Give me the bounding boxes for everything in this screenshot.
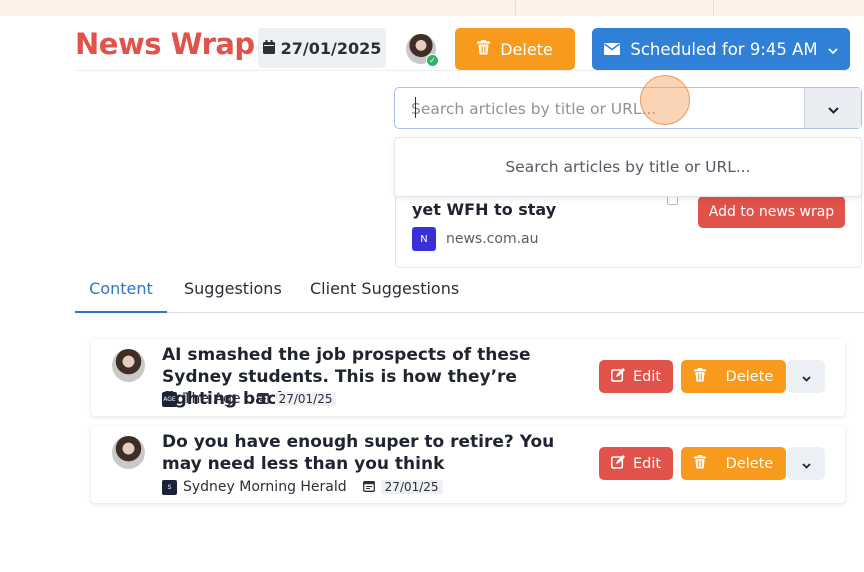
date-value: 27/01/2025 [280, 38, 382, 58]
trash-icon [693, 367, 706, 386]
suggestion-panel: yet WFH to stay Add to news wrap N news.… [395, 190, 862, 268]
tab-content[interactable]: Content [75, 279, 167, 313]
edit-button[interactable]: Edit [599, 447, 673, 480]
delete-button[interactable]: Delete [455, 28, 575, 70]
strip-divider [515, 0, 516, 16]
top-strip [0, 0, 864, 16]
add-to-news-wrap-button[interactable]: Add to news wrap [698, 196, 845, 228]
scheduled-button[interactable]: Scheduled for 9:45 AM [592, 28, 850, 70]
edit-icon [610, 454, 625, 473]
delete-label: Delete [725, 455, 774, 472]
page-title: News Wrap [75, 27, 255, 61]
search-input[interactable] [409, 97, 793, 121]
pointer-indicator [640, 75, 690, 125]
chevron-down-icon [827, 99, 839, 118]
delete-button[interactable]: Delete [681, 360, 786, 393]
suggestion-title: yet WFH to stay [412, 200, 557, 219]
delete-label: Delete [725, 368, 774, 385]
date-picker[interactable]: 27/01/2025 [258, 28, 386, 68]
edit-button[interactable]: Edit [599, 360, 673, 393]
edit-label: Edit [632, 455, 662, 472]
more-options-button[interactable] [787, 360, 825, 393]
search-dropdown: Search articles by title or URL... [394, 137, 862, 197]
calendar-icon [362, 480, 375, 495]
source-logo: N [412, 227, 436, 251]
delete-button[interactable]: Delete [681, 447, 786, 480]
verified-icon: ✓ [426, 54, 439, 67]
tab-suggestions[interactable]: Suggestions [184, 279, 282, 311]
delete-label: Delete [500, 39, 553, 59]
article-meta: S Sydney Morning Herald 27/01/25 [162, 479, 443, 495]
source-logo: AGE [162, 391, 177, 407]
edit-icon [610, 367, 625, 386]
source-name: Sydney Morning Herald [183, 479, 347, 495]
scheduled-label: Scheduled for 9:45 AM [630, 39, 818, 59]
text-caret [415, 97, 416, 118]
article-search[interactable] [394, 87, 862, 129]
chevron-down-icon [828, 40, 838, 59]
envelope-icon [604, 40, 621, 59]
article-date: 27/01/25 [380, 480, 443, 494]
article-card: Do you have enough super to retire? You … [91, 426, 845, 503]
trash-icon [693, 454, 706, 473]
tab-bar: Content Suggestions Client Suggestions [75, 279, 864, 313]
article-title[interactable]: Do you have enough super to retire? You … [162, 431, 582, 475]
calendar-icon [256, 392, 269, 407]
source-name: news.com.au [446, 231, 539, 247]
chevron-down-icon [801, 367, 811, 386]
chevron-down-icon [801, 454, 811, 473]
source-logo: S [162, 479, 177, 495]
dropdown-hint: Search articles by title or URL... [505, 158, 751, 176]
source-name: The Age [183, 391, 241, 407]
calendar-icon [262, 39, 275, 58]
trash-icon [477, 39, 491, 59]
edit-label: Edit [632, 368, 662, 385]
strip-divider [713, 0, 714, 16]
article-date: 27/01/25 [274, 392, 337, 406]
author-avatar [112, 349, 145, 382]
search-toggle-button[interactable] [804, 88, 861, 128]
article-card: AI smashed the job prospects of these Sy… [91, 339, 845, 416]
article-meta: AGE The Age 27/01/25 [162, 391, 337, 407]
author-avatar [112, 436, 145, 469]
tab-client-suggestions[interactable]: Client Suggestions [310, 279, 459, 311]
more-options-button[interactable] [787, 447, 825, 480]
header-divider [75, 70, 855, 71]
